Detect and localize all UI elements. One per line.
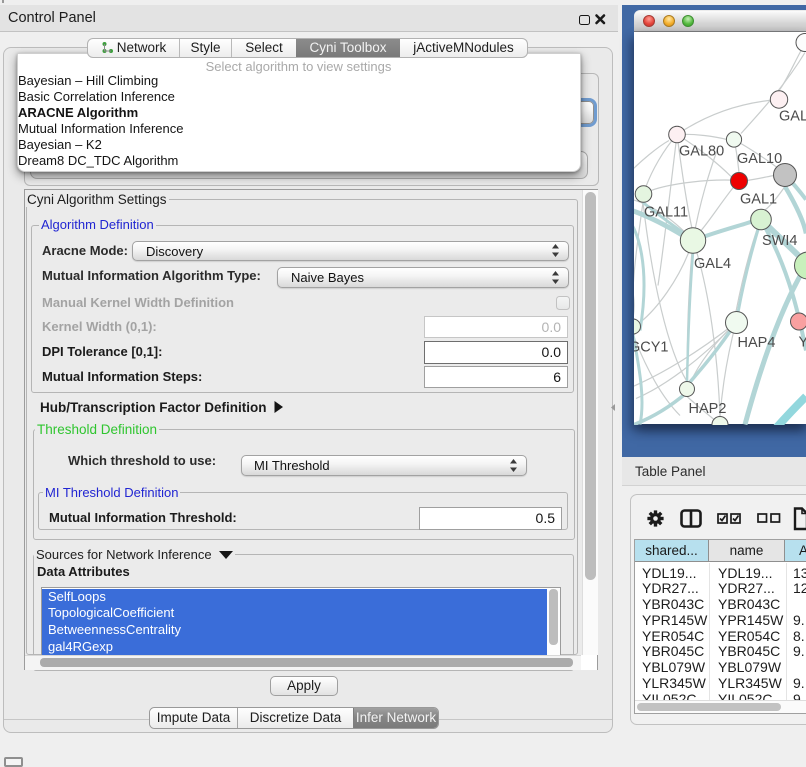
- svg-text:GAL4: GAL4: [694, 256, 731, 272]
- svg-text:Y: Y: [799, 334, 806, 350]
- svg-text:HAP2: HAP2: [689, 401, 727, 417]
- svg-text:GAL: GAL: [779, 108, 806, 124]
- svg-text:SWI4: SWI4: [762, 233, 797, 249]
- svg-text:GAL1: GAL1: [740, 191, 777, 207]
- svg-text:GCY1: GCY1: [634, 339, 669, 355]
- svg-text:GAL80: GAL80: [679, 143, 724, 159]
- svg-text:GAL10: GAL10: [737, 151, 782, 167]
- svg-text:GAL11: GAL11: [644, 204, 688, 220]
- svg-text:HAP4: HAP4: [738, 335, 776, 351]
